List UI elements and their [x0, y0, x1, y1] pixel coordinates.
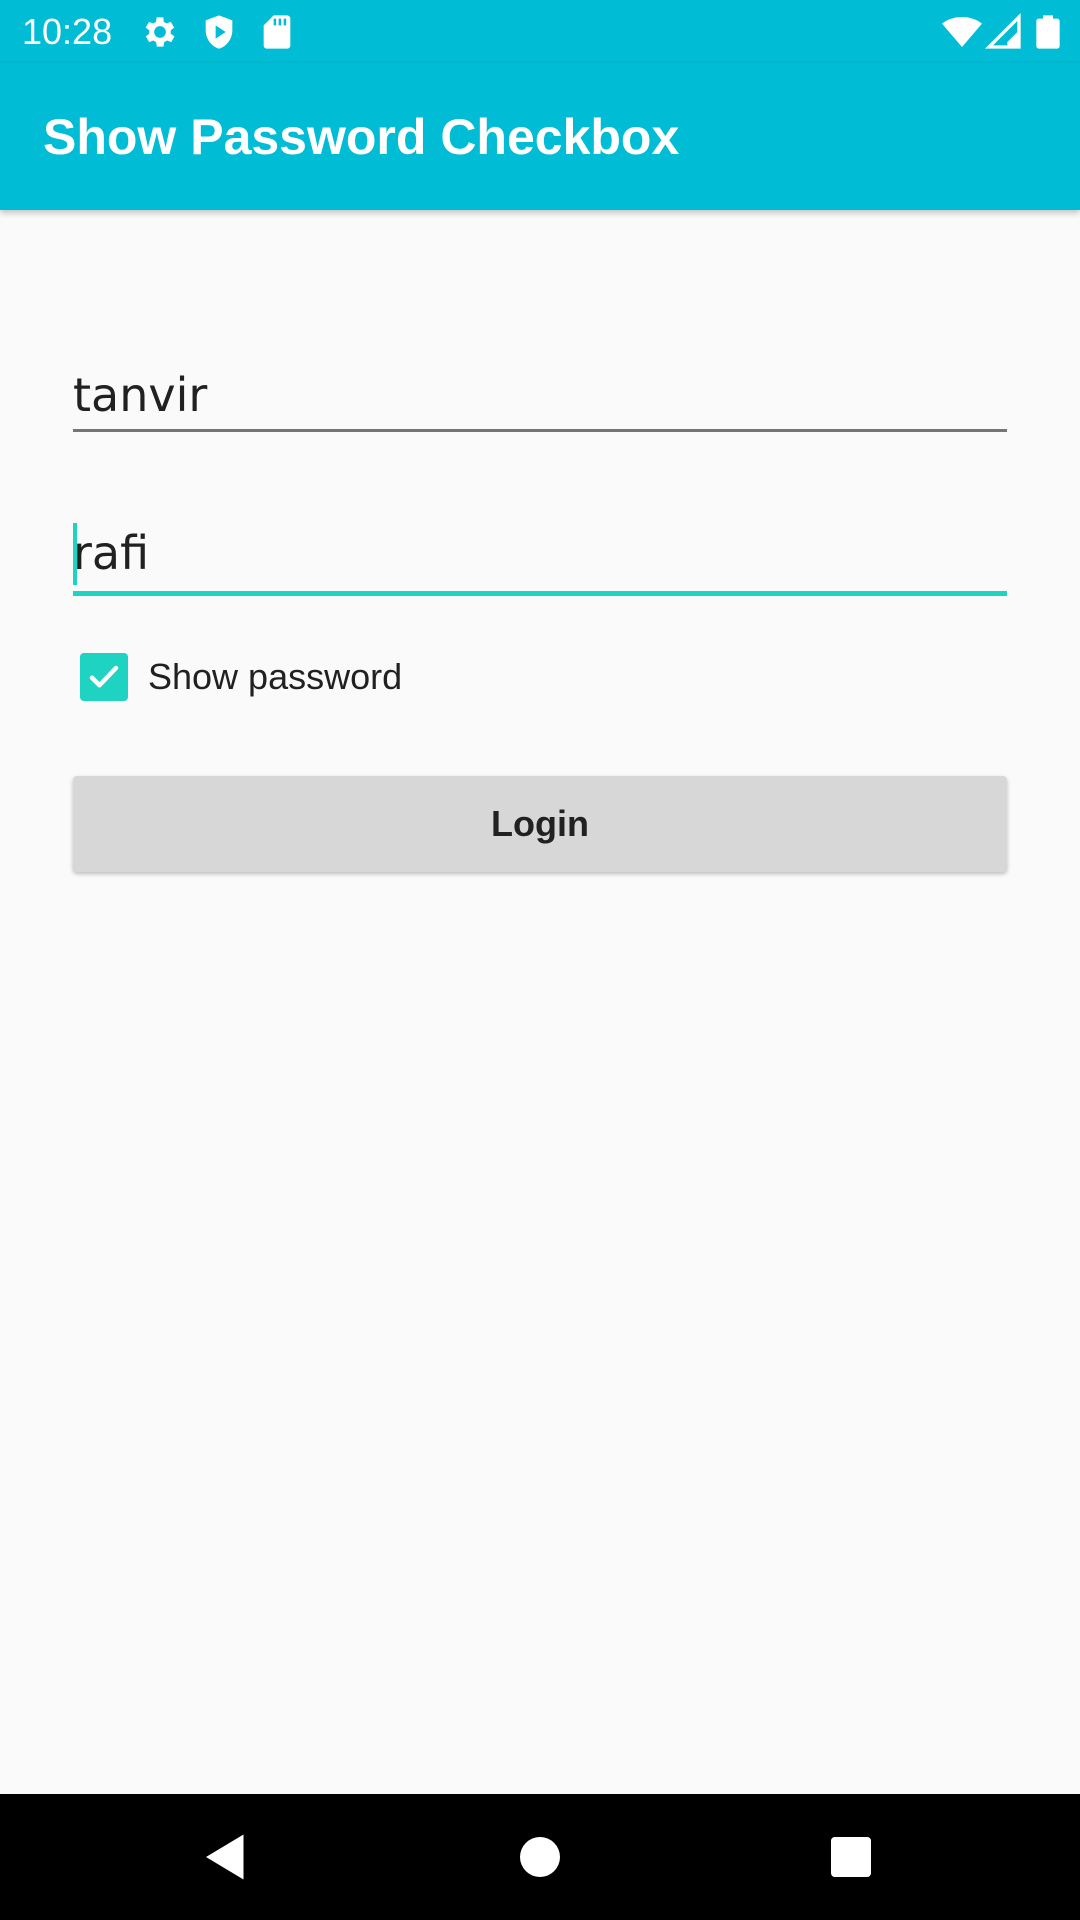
username-underline: [73, 429, 1007, 432]
status-bar: 10:28: [0, 0, 1080, 63]
login-button-label: Login: [491, 803, 589, 844]
battery-icon: [1036, 15, 1060, 49]
login-button[interactable]: Login: [73, 776, 1007, 872]
app-bar: Show Password Checkbox: [0, 63, 1080, 210]
wifi-icon: [942, 17, 982, 47]
back-icon[interactable]: [196, 1827, 256, 1887]
show-password-label: Show password: [148, 656, 403, 697]
gear-icon: [145, 17, 175, 47]
password-field[interactable]: rafi: [73, 523, 1007, 603]
show-password-row[interactable]: Show password: [80, 652, 402, 702]
password-underline: [73, 591, 1007, 596]
password-value: rafi: [73, 526, 150, 580]
username-field[interactable]: tanvir: [73, 365, 1007, 445]
screen: 10:28 Show Password Checkbox tanvir rafi…: [0, 0, 1080, 1920]
username-value: tanvir: [73, 368, 208, 422]
checkmark-icon: [89, 665, 119, 688]
navigation-bar: [0, 1794, 1080, 1920]
recents-icon[interactable]: [821, 1827, 881, 1887]
sd-card-icon: [263, 15, 291, 49]
show-password-checkbox[interactable]: [80, 653, 128, 701]
signal-icon: [984, 12, 1021, 49]
status-time: 10:28: [22, 11, 113, 52]
home-icon[interactable]: [510, 1827, 570, 1887]
shield-play-icon: [205, 15, 233, 49]
page-title: Show Password Checkbox: [43, 109, 680, 165]
